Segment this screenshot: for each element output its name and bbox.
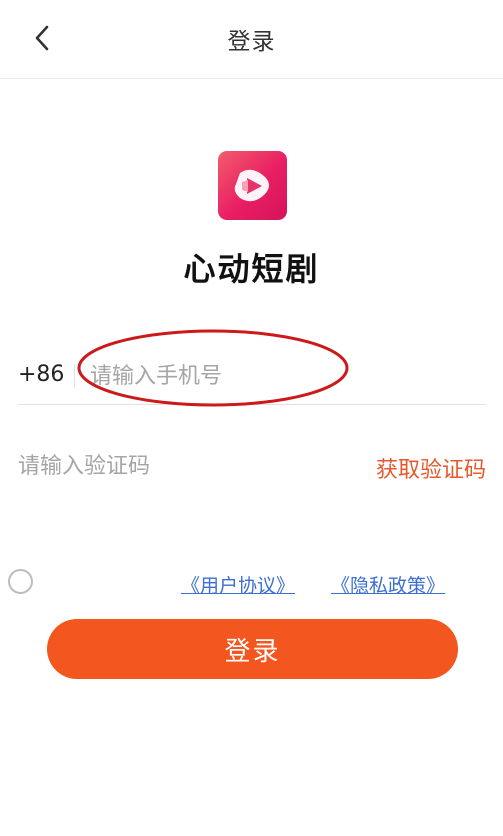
top-bar: 登录 xyxy=(0,0,503,79)
divider xyxy=(74,364,75,388)
page-title: 登录 xyxy=(227,29,276,55)
app-name: 心动短剧 xyxy=(183,250,320,288)
play-logo-icon xyxy=(218,151,287,220)
privacy-policy-link[interactable]: 《隐私政策》 xyxy=(331,571,445,598)
agreement-row: 《用户协议》 《隐私政策》 xyxy=(0,565,503,601)
agree-checkbox[interactable] xyxy=(8,569,33,594)
user-agreement-link[interactable]: 《用户协议》 xyxy=(181,571,295,598)
app-logo xyxy=(218,151,287,220)
verification-code-input[interactable] xyxy=(18,444,338,488)
phone-row: +86 xyxy=(18,348,486,405)
country-code[interactable]: +86 xyxy=(18,362,64,387)
code-row: 获取验证码 xyxy=(18,440,486,492)
phone-input[interactable] xyxy=(90,354,470,398)
login-button[interactable]: 登录 xyxy=(47,619,458,679)
get-code-button[interactable]: 获取验证码 xyxy=(376,452,486,484)
